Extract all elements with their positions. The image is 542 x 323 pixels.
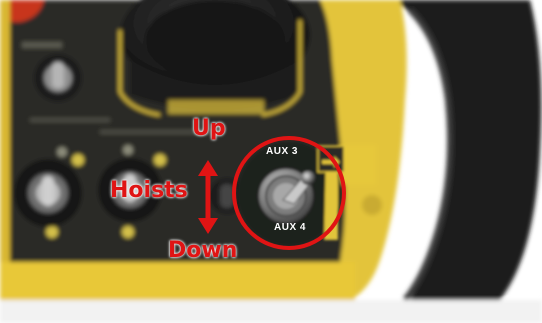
aux4-label: AUX 4 [274,222,306,233]
photo-scene: Up Hoists Down AUX 3 AUX 4 [0,0,542,323]
remote-control-photo [0,0,542,323]
aux3-label: AUX 3 [266,146,298,157]
hoists-label: Hoists [110,178,188,203]
up-label: Up [192,116,226,141]
down-label: Down [168,238,238,263]
